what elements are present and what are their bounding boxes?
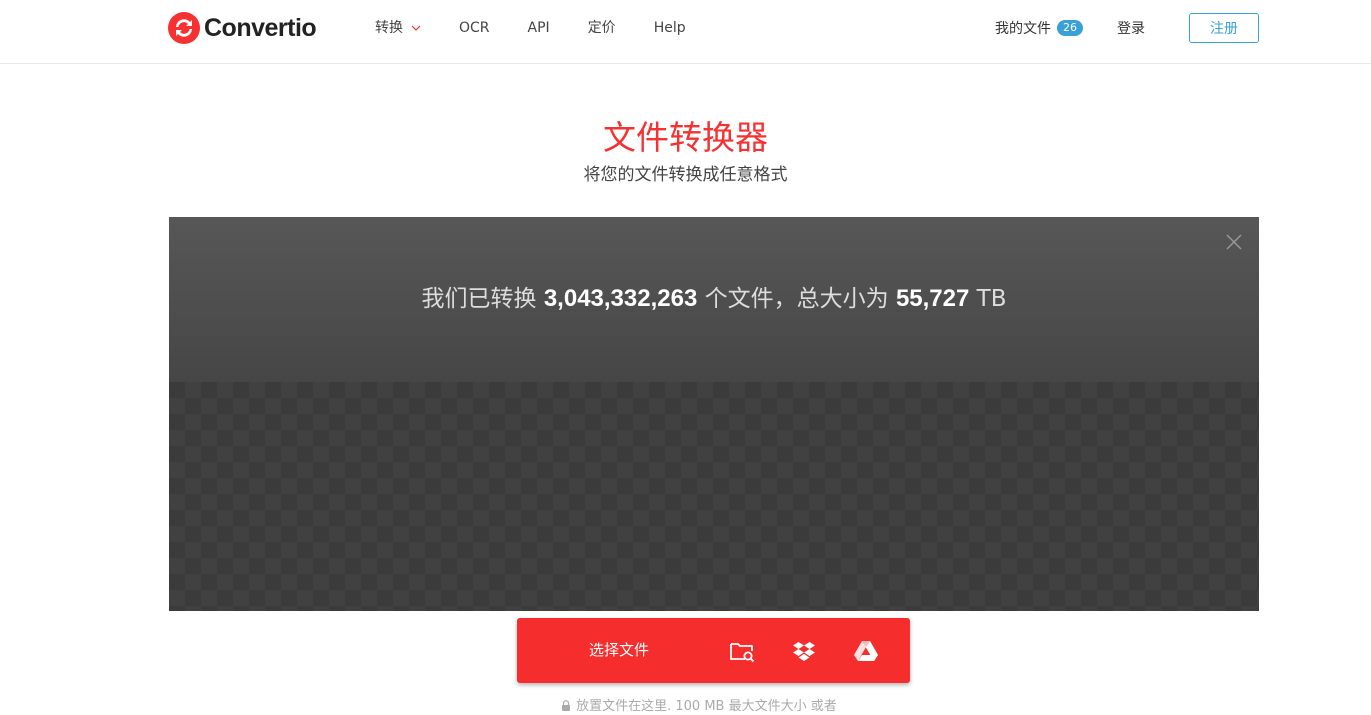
- folder-search-icon[interactable]: [728, 637, 756, 665]
- nav-item-ocr[interactable]: OCR: [459, 19, 490, 37]
- nav-item-label: 转换: [375, 20, 403, 36]
- signup-link[interactable]: 注册: [841, 699, 867, 714]
- stats-prefix: 我们已转换: [421, 286, 537, 312]
- choose-files-bar: 选择文件: [517, 618, 910, 683]
- header: Convertio 转换 OCR API 定价 Help 我的文件 26 登录 …: [0, 0, 1371, 64]
- logo[interactable]: Convertio: [168, 12, 317, 44]
- stats-middle: 个文件，总大小为: [704, 286, 889, 312]
- convertio-logo-icon: [168, 12, 200, 44]
- my-files-label: 我的文件: [995, 21, 1051, 37]
- page-title: 文件转换器: [603, 118, 768, 157]
- nav-item-api[interactable]: API: [528, 19, 550, 37]
- lock-icon: [562, 700, 571, 711]
- my-files-link[interactable]: 我的文件 26: [995, 18, 1083, 38]
- upload-note-text: 放置文件在这里. 100 MB 最大文件大小 或者: [576, 699, 837, 714]
- nav-item-pricing[interactable]: 定价: [588, 19, 616, 37]
- stats-banner: 我们已转换 3,043,332,263 个文件，总大小为 55,727 TB: [169, 217, 1259, 382]
- nav-item-convert[interactable]: 转换: [375, 19, 421, 37]
- stats-file-count: 3,043,332,263: [543, 285, 698, 312]
- main-nav: 转换 OCR API 定价 Help: [375, 19, 724, 37]
- account-area: 我的文件 26 登录 注册: [995, 13, 1259, 43]
- stats-total-size: 55,727: [895, 285, 970, 312]
- nav-item-label: OCR: [459, 20, 490, 36]
- google-drive-icon[interactable]: [852, 637, 880, 665]
- drop-zone[interactable]: 选择文件 放置文件在这里. 100 MB 最大文件大小 或者 注册: [169, 382, 1259, 714]
- upload-note: 放置文件在这里. 100 MB 最大文件大小 或者 注册: [169, 699, 1259, 715]
- nav-item-label: 定价: [587, 20, 616, 36]
- nav-item-label: Help: [653, 20, 686, 36]
- choose-files-button[interactable]: 选择文件: [517, 641, 721, 660]
- dropbox-icon[interactable]: [790, 637, 818, 665]
- my-files-count-badge: 26: [1057, 20, 1083, 36]
- brand-name: Convertio: [204, 13, 317, 42]
- conversion-stats: 我们已转换 3,043,332,263 个文件，总大小为 55,727 TB: [169, 283, 1259, 315]
- close-icon[interactable]: [1226, 234, 1242, 250]
- login-link[interactable]: 登录: [1117, 18, 1145, 38]
- nav-item-help[interactable]: Help: [654, 19, 686, 37]
- chevron-down-icon: [411, 25, 421, 31]
- stats-unit: TB: [976, 286, 1007, 312]
- nav-item-label: API: [527, 20, 550, 36]
- page-subtitle: 将您的文件转换成任意格式: [583, 165, 788, 185]
- converter-panel: 我们已转换 3,043,332,263 个文件，总大小为 55,727 TB 选…: [169, 217, 1259, 714]
- signup-button[interactable]: 注册: [1189, 13, 1259, 43]
